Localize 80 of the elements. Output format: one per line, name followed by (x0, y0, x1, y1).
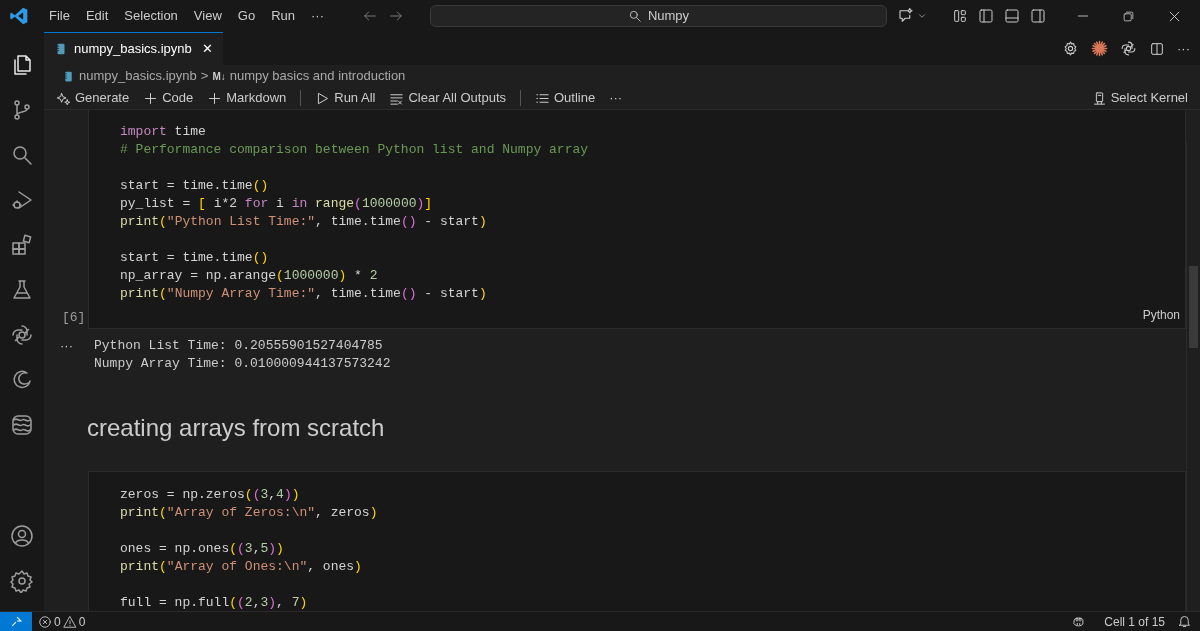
code-line: ones = np.ones((3,5)) (120, 540, 284, 558)
code-line: py_list = [ i*2 for i in range(1000000)] (120, 195, 433, 213)
code-line: print("Array of Zeros:\n", zeros) (120, 504, 378, 522)
editor-tab[interactable]: numpy_basics.ipynb ✕ (44, 32, 223, 65)
search-text: Numpy (647, 7, 690, 26)
sparkle-icon (56, 90, 71, 106)
kernel-icon (1091, 90, 1107, 106)
remote-icon (9, 615, 23, 628)
execution-count: [6] (62, 308, 86, 327)
menu-item[interactable]: Go (229, 6, 264, 26)
chevron-down-icon[interactable] (917, 11, 927, 21)
search-icon[interactable] (627, 9, 642, 23)
problems-button[interactable]: 0 0 (38, 612, 86, 631)
copilot-icon[interactable] (1071, 614, 1087, 629)
code-line: start = time.time() (120, 177, 269, 195)
burst-icon[interactable] (1091, 40, 1108, 57)
menu-item[interactable]: View (185, 6, 230, 26)
restore-icon[interactable] (1122, 9, 1135, 23)
select-kernel-button[interactable]: Select Kernel (1091, 88, 1188, 108)
cell-position[interactable]: Cell 1 of 15 (1104, 612, 1165, 631)
bell-icon[interactable] (1177, 614, 1192, 629)
error-icon[interactable] (38, 614, 52, 629)
output-menu-button[interactable]: ··· (44, 337, 94, 373)
flask-icon[interactable] (10, 277, 34, 302)
sidebar-left-icon[interactable] (978, 8, 994, 24)
forward-arrow-icon[interactable] (388, 8, 404, 24)
code-line: # Performance comparison between Python list and Numpy array (120, 141, 589, 159)
sidebar-right-icon[interactable] (1030, 8, 1046, 24)
tab-close-button[interactable]: ✕ (201, 39, 213, 59)
notebook-icon[interactable] (54, 41, 68, 57)
output-line: Numpy Array Time: 0.010000944137573242 (94, 355, 391, 373)
run-all-button[interactable]: Run All (315, 88, 376, 108)
menu-item[interactable]: ··· (303, 6, 332, 26)
account-icon[interactable] (10, 523, 34, 548)
plus-icon (143, 90, 159, 106)
search-field[interactable]: Numpy (430, 5, 887, 27)
waves-icon[interactable] (10, 412, 34, 437)
knot-icon[interactable] (10, 322, 34, 347)
play-icon (315, 90, 331, 106)
add-code-button[interactable]: Code (143, 88, 194, 108)
generate-button[interactable]: Generate (56, 88, 130, 108)
breadcrumb-item[interactable]: numpy_basics.ipynb (79, 66, 197, 86)
clear-outputs-button[interactable]: Clear All Outputs (389, 88, 506, 108)
app-logo-icon[interactable] (9, 6, 29, 26)
markdown-heading: creating arrays from scratch (87, 413, 386, 443)
back-arrow-icon[interactable] (362, 8, 378, 24)
scrollbar-thumb[interactable] (1189, 266, 1198, 348)
settings-icon[interactable] (10, 568, 34, 593)
menu-item[interactable]: Run (263, 6, 303, 26)
code-line: print("Numpy Array Time:", time.time() - start) (120, 285, 487, 303)
menu-item[interactable]: File (41, 6, 78, 26)
code-line: full = np.full((2,3), 7) (120, 594, 308, 611)
chat-sparkle-icon[interactable] (897, 7, 915, 25)
outline-button[interactable]: Outline (535, 88, 596, 108)
add-markdown-button[interactable]: Markdown (207, 88, 287, 108)
output-line: Python List Time: 0.20555901527404785 (94, 337, 384, 355)
settings-icon[interactable] (1062, 40, 1079, 57)
split-editor-icon[interactable] (1149, 40, 1165, 57)
more-actions-button[interactable]: ··· (609, 88, 623, 108)
more-actions-button[interactable]: ··· (1177, 38, 1190, 59)
markdown-icon: M↓ (212, 68, 226, 84)
code-line: zeros = np.zeros((3,4)) (120, 486, 300, 504)
code-line: np_array = np.arange(1000000) * 2 (120, 267, 378, 285)
plus-icon (207, 90, 223, 106)
breadcrumb-separator: > (200, 67, 209, 86)
menu-item[interactable]: Selection (116, 6, 186, 26)
code-line: import time (120, 123, 206, 141)
language-label[interactable]: Python (1142, 306, 1180, 324)
warning-icon[interactable] (62, 614, 77, 629)
breadcrumb-item[interactable]: numpy basics and introduction (229, 66, 406, 86)
code-line: start = time.time() (120, 249, 269, 267)
menu-item[interactable]: Edit (77, 6, 117, 26)
code-cell[interactable]: zeros = np.zeros((3,4)) print("Array of Zeros:\n", zeros) ones = np.ones((3,5)) print("Array of Ones:\n", ones) full = np.full((2,3), 7) (88, 471, 1186, 611)
code-line: print("Python List Time:", time.time() - start) (120, 213, 487, 231)
extensions-icon[interactable] (10, 232, 34, 257)
knot-icon[interactable] (1120, 40, 1137, 57)
panel-bottom-icon[interactable] (1004, 8, 1020, 24)
tab-label: numpy_basics.ipynb (74, 40, 192, 59)
layout-icon[interactable] (952, 8, 968, 24)
code-line: print("Array of Ones:\n", ones) (120, 558, 362, 576)
